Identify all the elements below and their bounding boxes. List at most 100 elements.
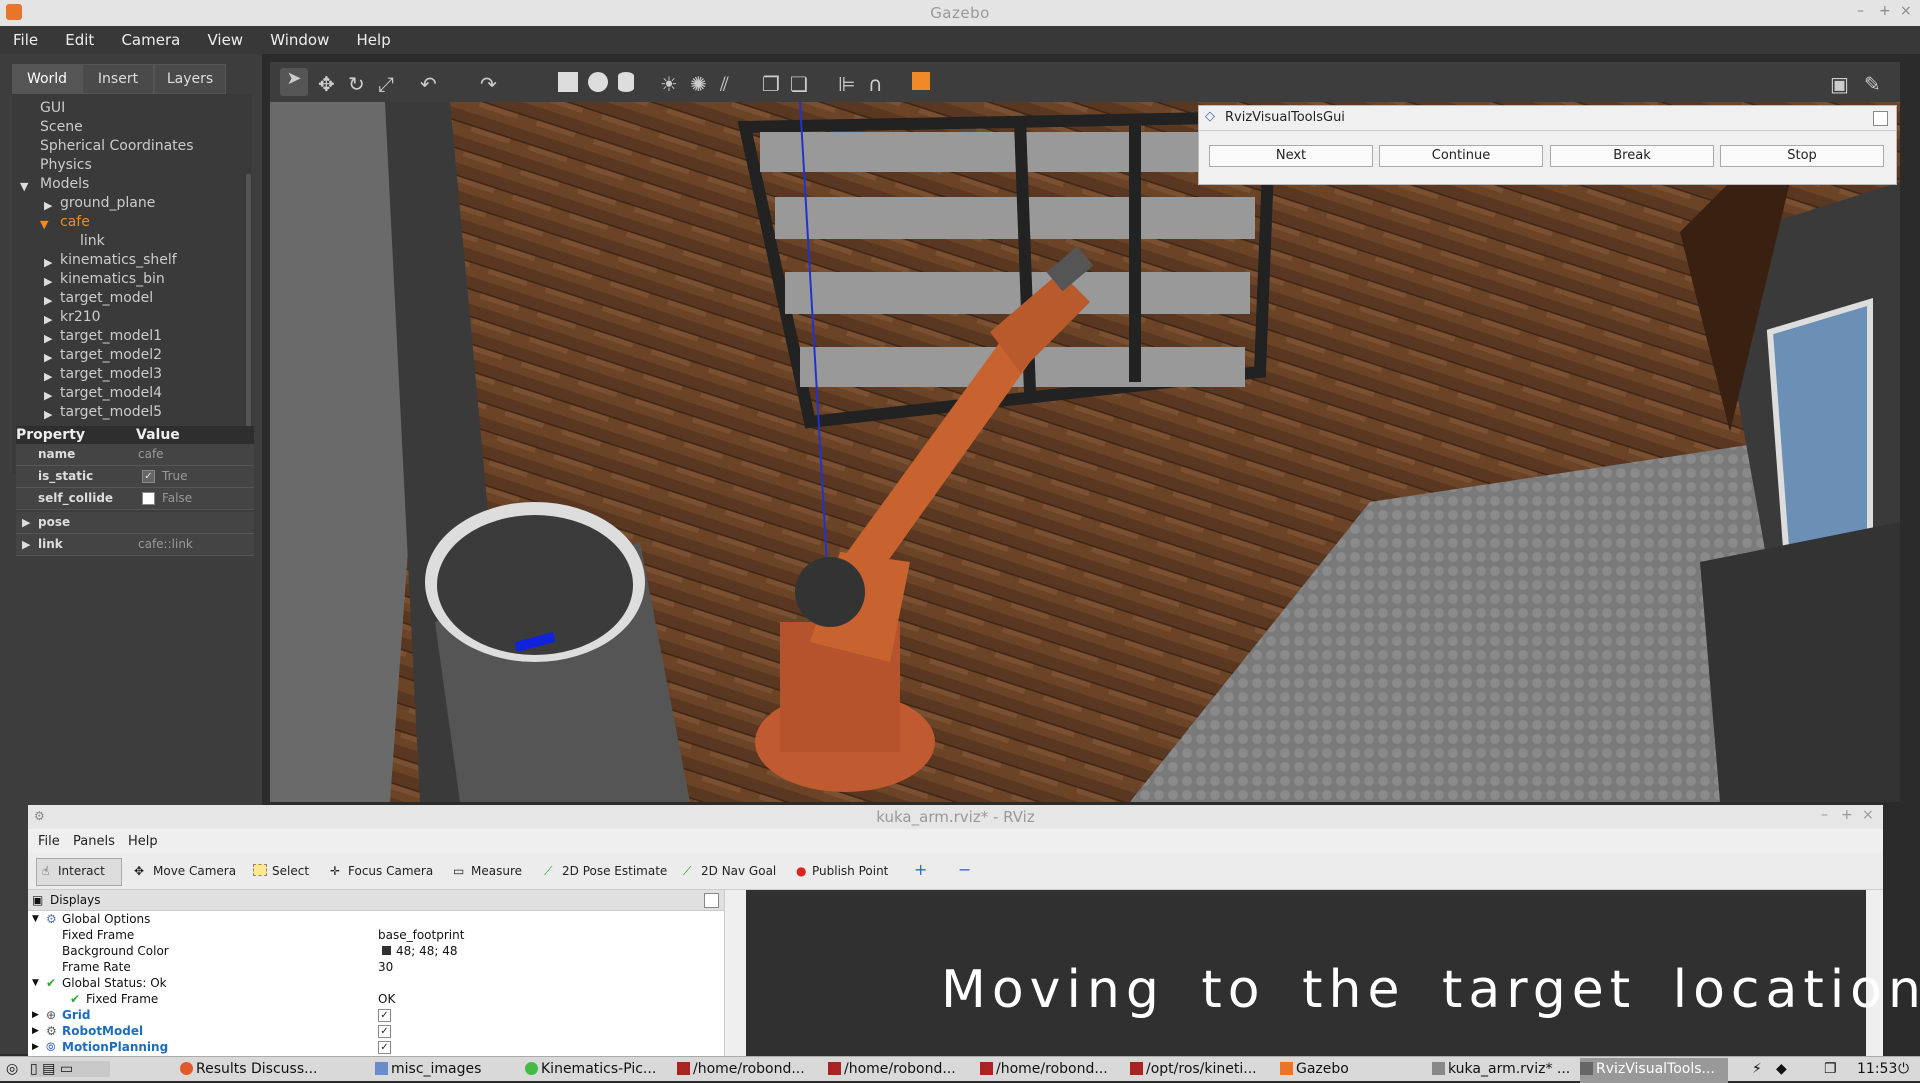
cylinder-shape-icon[interactable]: [618, 72, 634, 92]
stop-button[interactable]: Stop: [1720, 145, 1884, 167]
tree-item-link[interactable]: link: [80, 233, 105, 249]
focus-camera-tool[interactable]: Focus Camera: [348, 864, 433, 878]
scale-icon[interactable]: ⤢: [378, 72, 394, 96]
expand-icon[interactable]: ▶: [22, 538, 30, 551]
minimize-icon[interactable]: –: [1857, 3, 1864, 19]
self-collide-checkbox[interactable]: [142, 492, 155, 505]
translate-icon[interactable]: ✥: [318, 72, 335, 96]
grid-display[interactable]: Grid: [62, 1008, 90, 1022]
task-results-discuss[interactable]: Results Discuss...: [180, 1061, 370, 1077]
network-icon[interactable]: ◆: [1776, 1061, 1787, 1077]
tree-item-model[interactable]: target_model1: [60, 328, 162, 344]
tree-item-model[interactable]: target_model5: [60, 404, 162, 420]
rviz-menu-help[interactable]: Help: [128, 834, 158, 849]
rviz-menu-file[interactable]: File: [38, 834, 60, 849]
expand-icon[interactable]: ▶: [22, 516, 30, 529]
menu-file[interactable]: File: [0, 26, 48, 49]
tree-item-model[interactable]: kr210: [60, 309, 101, 325]
expand-icon[interactable]: ▶: [32, 1026, 39, 1036]
menu-camera[interactable]: Camera: [108, 26, 190, 49]
break-button[interactable]: Break: [1550, 145, 1714, 167]
tree-scrollbar[interactable]: [246, 174, 251, 434]
collapse-icon[interactable]: ▼: [40, 218, 48, 231]
property-row[interactable]: ▶ link cafe::link: [16, 534, 254, 556]
expand-icon[interactable]: ▶: [32, 1042, 39, 1052]
robot-model-display[interactable]: RobotModel: [62, 1024, 143, 1038]
snap-icon[interactable]: ∩: [868, 72, 883, 96]
displays-float-checkbox[interactable]: [704, 893, 719, 908]
expand-icon[interactable]: ▶: [32, 1010, 39, 1020]
pose-estimate-tool[interactable]: 2D Pose Estimate: [562, 864, 667, 878]
tree-item-model[interactable]: kinematics_shelf: [60, 252, 177, 268]
launcher-tray[interactable]: ▯ ▤ ▭: [30, 1061, 110, 1077]
minimize-icon[interactable]: –: [1821, 807, 1828, 823]
fixed-frame-value[interactable]: base_footprint: [378, 928, 464, 942]
close-icon[interactable]: ×: [1862, 807, 1874, 823]
expand-icon[interactable]: ▶: [44, 351, 52, 364]
expand-icon[interactable]: ▶: [44, 313, 52, 326]
tab-layers[interactable]: Layers: [154, 64, 226, 94]
tab-world[interactable]: World: [12, 64, 82, 94]
maximize-icon[interactable]: +: [1879, 3, 1891, 19]
gazebo-3d-viewport[interactable]: [270, 102, 1900, 802]
menu-view[interactable]: View: [194, 26, 253, 49]
collapse-icon[interactable]: ▼: [32, 978, 39, 988]
remove-tool-icon[interactable]: −: [958, 860, 971, 879]
collapse-icon[interactable]: ▼: [32, 914, 39, 924]
publish-point-tool[interactable]: Publish Point: [812, 864, 888, 878]
copy-icon[interactable]: ❐: [762, 72, 780, 96]
expand-icon[interactable]: ▶: [44, 275, 52, 288]
window-switch-icon[interactable]: ❐: [1824, 1061, 1837, 1077]
tree-item-model[interactable]: target_model3: [60, 366, 162, 382]
close-icon[interactable]: ×: [1900, 3, 1912, 19]
undo-icon[interactable]: ↶: [420, 72, 437, 96]
rotate-icon[interactable]: ↻: [348, 72, 365, 96]
tree-item-physics[interactable]: Physics: [40, 157, 92, 173]
task-kinematics-pic[interactable]: Kinematics-Pic...: [525, 1061, 675, 1077]
motion-planning-checkbox[interactable]: ✓: [378, 1041, 391, 1054]
sphere-shape-icon[interactable]: [588, 72, 608, 92]
expand-icon[interactable]: ▶: [44, 332, 52, 345]
redo-icon[interactable]: ↷: [480, 72, 497, 96]
log-icon[interactable]: ✎: [1864, 72, 1881, 96]
background-color-value[interactable]: 48; 48; 48: [396, 944, 458, 958]
spot-light-icon[interactable]: ✺: [690, 72, 707, 96]
box-shape-icon[interactable]: [558, 72, 578, 92]
task-terminal-3[interactable]: /home/robond...: [980, 1061, 1120, 1077]
align-icon[interactable]: ⊫: [838, 72, 855, 96]
shutdown-icon[interactable]: ⏻: [1898, 1061, 1909, 1077]
tab-insert[interactable]: Insert: [82, 64, 154, 94]
task-terminal-2[interactable]: /home/robond...: [828, 1061, 968, 1077]
frame-rate-value[interactable]: 30: [378, 960, 393, 974]
tree-item-models[interactable]: Models: [40, 176, 89, 192]
expand-models-icon[interactable]: ▼: [20, 180, 28, 193]
interact-tool[interactable]: Interact: [58, 864, 105, 878]
tree-item-model[interactable]: target_model: [60, 290, 153, 306]
expand-icon[interactable]: ▶: [44, 370, 52, 383]
point-light-icon[interactable]: ☀: [660, 72, 678, 96]
tree-item-model[interactable]: ground_plane: [60, 195, 155, 211]
tree-item-scene[interactable]: Scene: [40, 119, 83, 135]
start-menu-icon[interactable]: ◎: [6, 1061, 18, 1077]
tree-item-gui[interactable]: GUI: [40, 100, 65, 116]
expand-icon[interactable]: ▶: [44, 389, 52, 402]
tree-item-model[interactable]: target_model4: [60, 385, 162, 401]
power-icon[interactable]: ⚡: [1752, 1061, 1762, 1077]
paste-icon[interactable]: ❏: [790, 72, 808, 96]
add-tool-icon[interactable]: +: [914, 860, 927, 879]
tree-item-model[interactable]: kinematics_bin: [60, 271, 165, 287]
menu-window[interactable]: Window: [257, 26, 339, 49]
robot-model-checkbox[interactable]: ✓: [378, 1025, 391, 1038]
move-camera-tool[interactable]: Move Camera: [153, 864, 236, 878]
menu-edit[interactable]: Edit: [52, 26, 104, 49]
maximize-icon[interactable]: +: [1841, 807, 1853, 823]
task-terminal-4[interactable]: /opt/ros/kineti...: [1130, 1061, 1270, 1077]
tree-item-model-selected[interactable]: cafe: [60, 214, 90, 230]
tree-item-spherical[interactable]: Spherical Coordinates: [40, 138, 194, 154]
select-mode-icon[interactable]: ➤: [280, 68, 308, 96]
task-rviz[interactable]: kuka_arm.rviz* ...: [1432, 1061, 1577, 1077]
change-view-icon[interactable]: [912, 72, 930, 90]
measure-tool[interactable]: Measure: [471, 864, 522, 878]
select-tool[interactable]: Select: [272, 864, 309, 878]
global-options-label[interactable]: Global Options: [62, 912, 150, 926]
